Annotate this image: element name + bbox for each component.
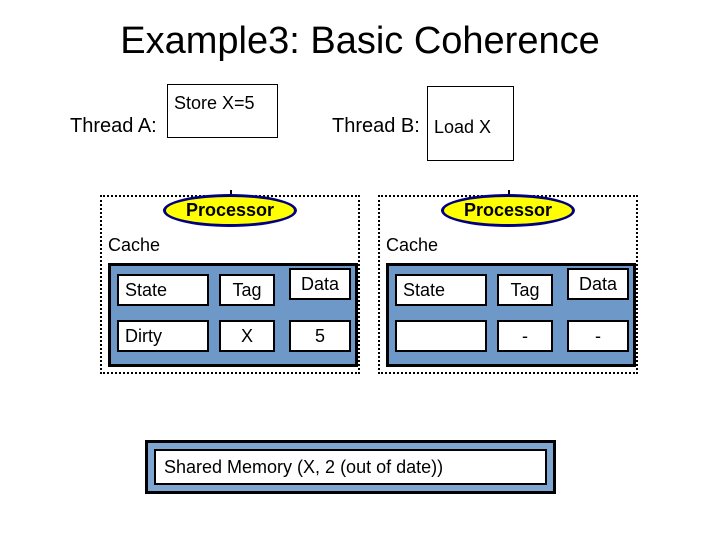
processor-box-a: Processor Cache State Tag Data Dirty X 5 — [100, 195, 360, 374]
col-header-state: State — [117, 274, 209, 306]
cache-label-b: Cache — [386, 235, 438, 256]
cache-table-b: State Tag Data - - — [386, 263, 636, 367]
col-header-state: State — [395, 274, 487, 306]
col-header-tag: Tag — [219, 274, 275, 306]
shared-memory-text: Shared Memory (X, 2 (out of date)) — [154, 449, 547, 485]
cell-data-b: - — [567, 320, 629, 352]
thread-b-label: Thread B: — [332, 115, 420, 138]
shared-memory-box: Shared Memory (X, 2 (out of date)) — [145, 440, 556, 494]
col-header-data: Data — [289, 268, 351, 300]
cell-state-b — [395, 320, 487, 352]
cell-state-a: Dirty — [117, 320, 209, 352]
col-header-tag: Tag — [497, 274, 553, 306]
cache-label-a: Cache — [108, 235, 160, 256]
thread-b-instruction: Load X — [427, 86, 514, 161]
slide-title: Example3: Basic Coherence — [0, 20, 720, 63]
col-header-data: Data — [567, 268, 629, 300]
processor-label-b: Processor — [441, 194, 575, 227]
cell-data-a: 5 — [289, 320, 351, 352]
cell-tag-b: - — [497, 320, 553, 352]
thread-a-label: Thread A: — [70, 115, 157, 138]
processor-box-b: Processor Cache State Tag Data - - — [378, 195, 638, 374]
cell-tag-a: X — [219, 320, 275, 352]
processor-label-a: Processor — [163, 194, 297, 227]
cache-table-a: State Tag Data Dirty X 5 — [108, 263, 358, 367]
thread-a-instruction: Store X=5 — [167, 84, 278, 138]
